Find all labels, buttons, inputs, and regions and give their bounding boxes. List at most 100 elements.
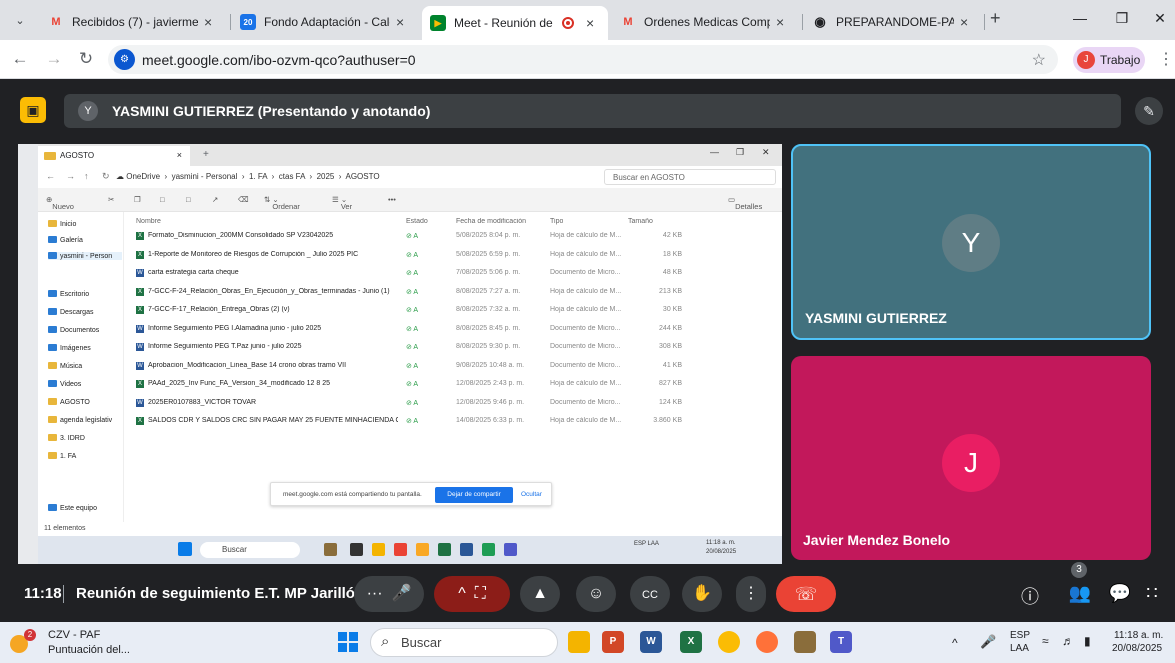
tab-meet[interactable]: ▶ Meet - Reunión de segu × [422,6,608,40]
sidebar-item[interactable]: yasmini - Person [48,252,122,260]
refresh-icon[interactable]: ↻ [102,171,110,182]
taskbar-time[interactable]: 11:18 a. m. [1114,630,1163,641]
copy-icon[interactable]: ❐ [134,195,141,204]
breadcrumb[interactable]: ☁ OneDrive › yasmini - Personal › 1. FA … [116,169,596,185]
close-tab-icon[interactable]: × [960,14,974,30]
widget-subtitle[interactable]: Puntuación del... [48,644,130,656]
chrome-icon[interactable] [718,631,740,653]
column-header[interactable]: Tipo [550,218,563,225]
language-indicator-sub[interactable]: LAA [1010,643,1029,654]
breadcrumb-item[interactable]: 1. FA [249,172,267,181]
breadcrumb-item[interactable]: AGOSTO [345,172,379,181]
breadcrumb-item[interactable]: OneDrive [126,172,160,181]
sidebar-item[interactable]: Este equipo [48,504,122,512]
column-header[interactable]: Nombre [136,218,161,225]
emoji-button[interactable]: ☺ [576,576,616,612]
paste-icon[interactable]: □ [160,195,165,204]
language-indicator[interactable]: ESP LAA [634,541,659,547]
close-tab-icon[interactable]: × [204,14,218,30]
tab-gmail-inbox[interactable]: M Recibidos (7) - javiermendez × [40,7,226,37]
volume-icon[interactable]: ♬ [1062,634,1074,648]
sidebar-item[interactable]: 3. IDRD [48,434,122,442]
word-icon[interactable] [460,543,473,556]
cut-icon[interactable]: ✂ [108,195,114,204]
mic-button[interactable]: ··· 🎤 [354,576,424,612]
app-icon[interactable] [482,543,495,556]
column-header[interactable]: Estado [406,218,428,225]
app-icon[interactable] [324,543,337,556]
windows-start-button[interactable] [338,632,358,652]
sidebar-item[interactable]: Descargas [48,308,122,316]
wifi-icon[interactable]: ≈ [1042,634,1049,648]
share-icon[interactable]: ↗ [212,195,218,204]
back-icon[interactable]: ← [10,49,30,69]
more-button[interactable]: ••• [388,195,396,204]
profile-button[interactable]: J Trabajo [1073,47,1145,73]
chrome-icon[interactable] [394,543,407,556]
tab-search-chevron-icon[interactable]: ⌄ [8,10,32,32]
table-row[interactable]: Informe Seguimiento PEG T.Paz junio - ju… [124,339,782,357]
close-window-icon[interactable]: ✕ [1150,10,1170,27]
explorer-tab[interactable]: AGOSTO × [38,146,190,166]
app-icon[interactable] [794,631,816,653]
camera-button[interactable]: ^ ⛶ [434,576,510,612]
meeting-info-icon[interactable]: ⓘ [1018,583,1042,609]
tab-github[interactable]: ◉ PREPARANDOME-PARA-RES × [804,7,982,37]
sidebar-item[interactable]: Inicio [48,220,122,228]
sidebar-item[interactable]: Escritorio [48,290,122,298]
sidebar-item[interactable]: Documentos [48,326,122,334]
up-icon[interactable]: ↑ [84,171,89,181]
powerpoint-icon[interactable]: P [602,631,624,653]
sidebar-item[interactable]: Galería [48,236,122,244]
close-tab-icon[interactable]: × [586,15,600,31]
microphone-icon[interactable]: 🎤 [980,634,996,650]
forward-icon[interactable]: → [44,49,64,69]
weather-widget[interactable]: 2 [8,627,38,657]
minimize-icon[interactable]: — [710,147,719,157]
participant-tile[interactable]: J Javier Mendez Bonelo [791,356,1151,560]
participant-tile[interactable]: Y YASMINI GUTIERREZ [791,144,1151,340]
sidebar-item[interactable]: AGOSTO [48,398,122,406]
rename-icon[interactable]: □ [186,195,191,204]
teams-icon[interactable] [504,543,517,556]
minimize-icon[interactable]: — [1070,10,1090,26]
table-row[interactable]: 2025ER0107883_VICTOR TOVAR ⊘ A 12/08/2025 … [124,395,782,413]
close-tab-icon[interactable]: × [396,14,410,30]
new-tab-button[interactable]: + [990,8,1001,29]
table-row[interactable]: Informe Seguimiento PEG I.Alamadina juni… [124,321,782,339]
captions-button[interactable]: CC [630,576,670,612]
tab-gmail-orders[interactable]: M Ordenes Medicas Compens × [612,7,798,37]
activities-icon[interactable]: ∷ [1140,583,1164,604]
close-tab-icon[interactable]: × [776,14,790,30]
explorer-search-input[interactable]: Buscar en AGOSTO [604,169,776,185]
sidebar-item[interactable]: Música [48,362,122,370]
stop-sharing-button[interactable]: Dejar de compartir [435,487,513,503]
taskbar-search[interactable]: Buscar [370,628,558,657]
delete-icon[interactable]: ⌫ [238,195,249,204]
leave-call-button[interactable]: ☏ [776,576,836,612]
site-info-icon[interactable]: ⚙ [114,49,135,70]
breadcrumb-item[interactable]: ctas FA [279,172,305,181]
word-icon[interactable]: W [640,631,662,653]
table-row[interactable]: Aprobacion_Modificacion_Linea_Base 14 cr… [124,358,782,376]
column-header[interactable]: Fecha de modificación [456,218,526,225]
excel-icon[interactable]: X [680,631,702,653]
tray-time[interactable]: 11:18 a. m. [706,540,736,546]
present-screen-button[interactable]: ▲ [520,576,560,612]
language-indicator[interactable]: ESP [1010,630,1030,641]
browser-menu-icon[interactable]: ⋮ [1158,49,1174,69]
file-explorer-icon[interactable] [568,631,590,653]
sidebar-item[interactable]: Videos [48,380,122,388]
sidebar-item[interactable]: Imágenes [48,344,122,352]
table-row[interactable]: carta estrategia carta cheque ⊘ A 7/08/202… [124,265,782,283]
app-icon[interactable] [350,543,363,556]
breadcrumb-item[interactable]: 2025 [317,172,335,181]
address-bar[interactable]: ⚙ meet.google.com/ibo-ozvm-qco?authuser=… [108,45,1058,74]
details-button[interactable]: ▭ Detalles [728,195,762,211]
tray-date[interactable]: 20/08/2025 [706,549,736,555]
forward-icon[interactable]: → [66,171,75,181]
taskbar-date[interactable]: 20/08/2025 [1112,643,1162,654]
excel-icon[interactable] [438,543,451,556]
sort-button[interactable]: ⇅ Ordenar ⌄ [264,195,300,211]
table-row[interactable]: Formato_Disminucion_200MM Consolidado SP… [124,228,782,246]
